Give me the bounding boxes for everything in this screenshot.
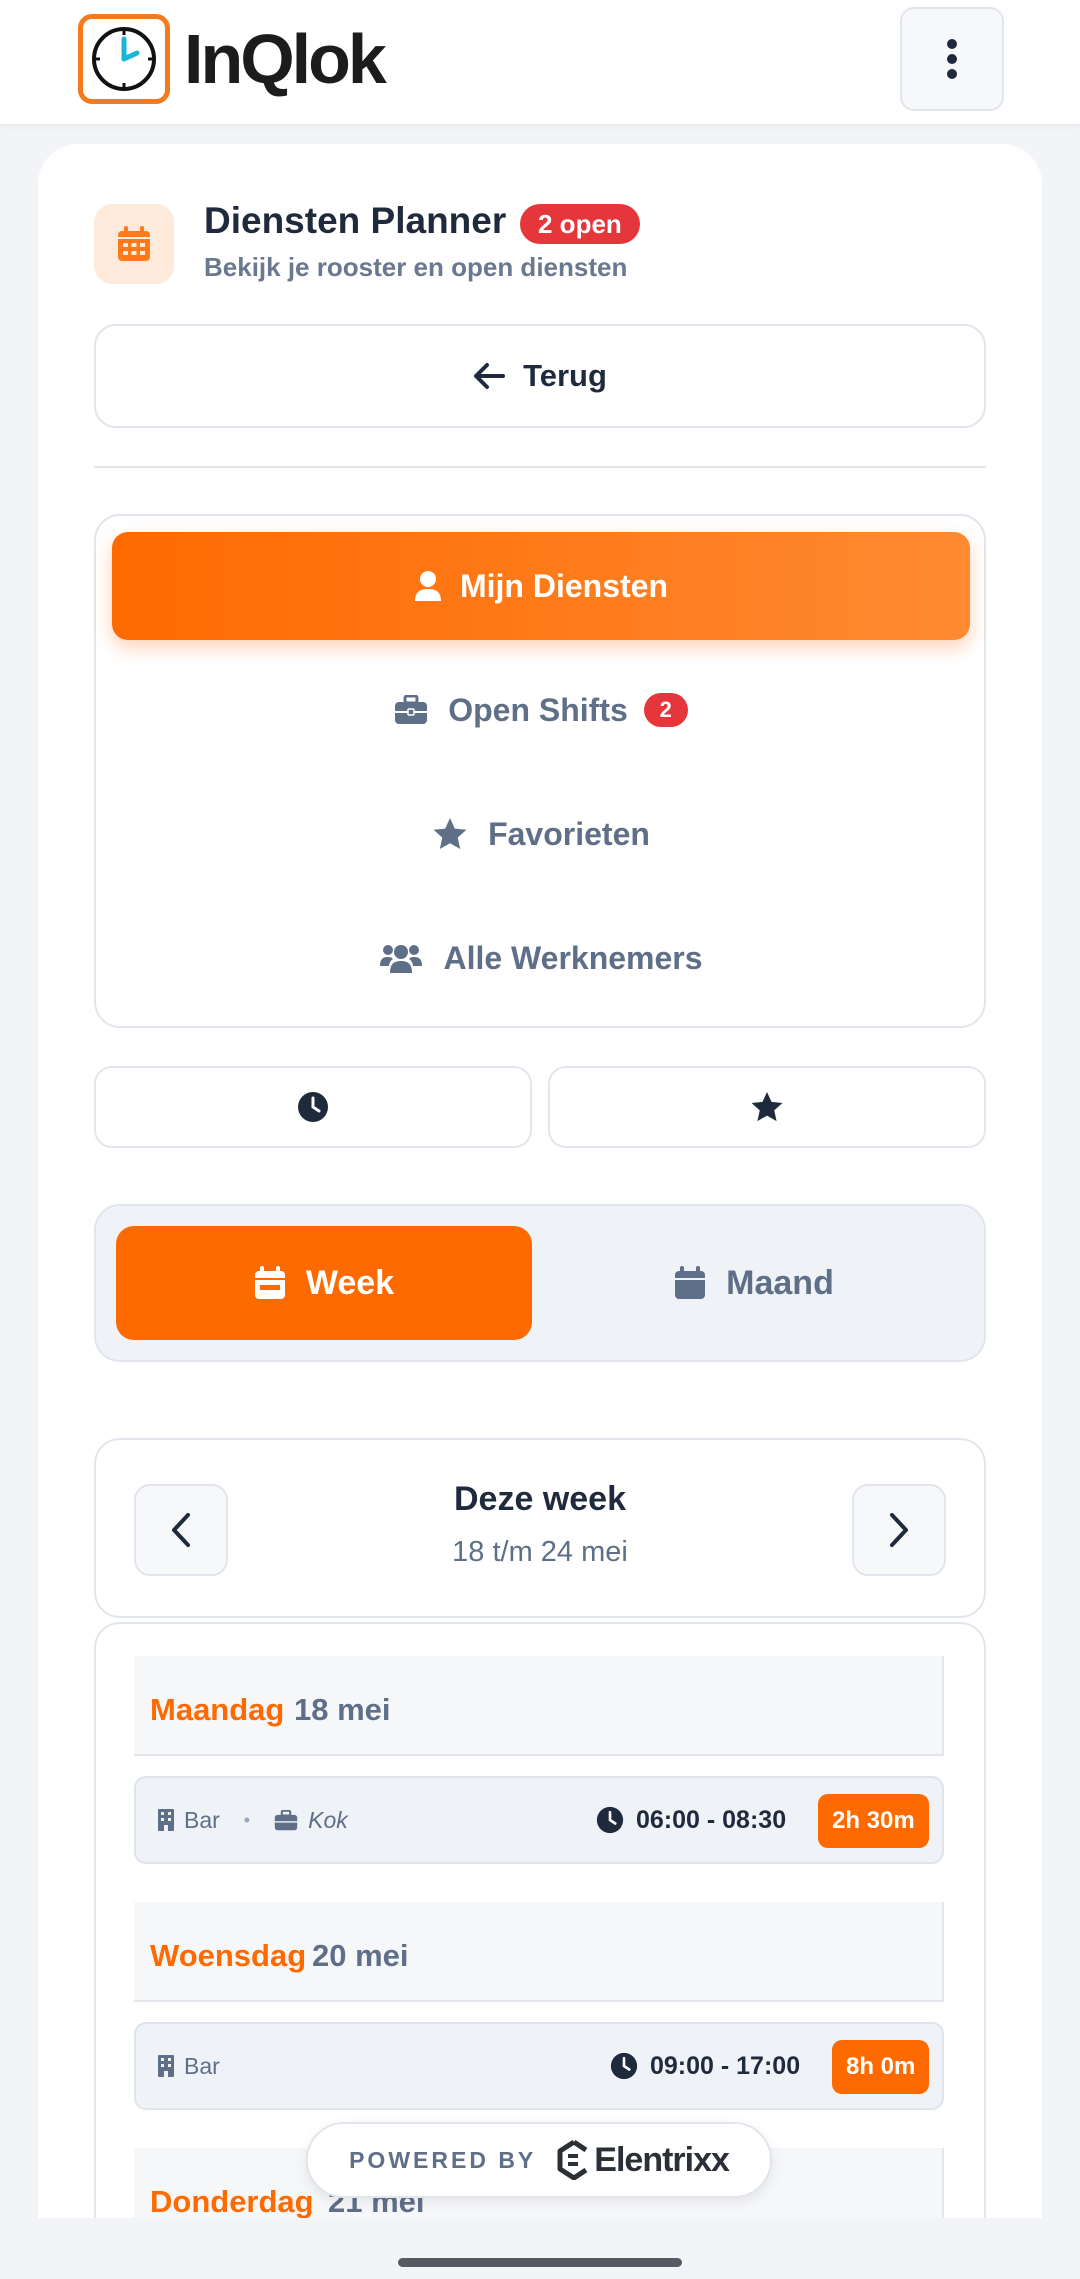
brand-name: Elentrixx	[594, 2140, 730, 2179]
building-icon	[158, 1809, 174, 1831]
day-name: Woensdag	[150, 1938, 307, 1973]
users-icon	[380, 945, 423, 973]
clock-icon	[596, 1806, 624, 1834]
week-view-label: Week	[305, 1263, 395, 1302]
month-view-button[interactable]: Maand	[542, 1226, 966, 1340]
shift-time-label: 06:00 - 08:30	[636, 1805, 787, 1834]
star-icon	[751, 1091, 783, 1122]
chevron-right-icon	[890, 1513, 908, 1547]
day-date: 18 mei	[294, 1692, 391, 1727]
clock-icon	[298, 1092, 328, 1122]
tab-label: Mijn Diensten	[459, 567, 668, 604]
view-toggle: Week Maand	[94, 1204, 986, 1362]
tab-favorieten[interactable]: Favorieten	[112, 780, 970, 888]
duration-badge: 8h 0m	[832, 2040, 930, 2094]
system-nav-bar	[0, 2218, 1080, 2279]
briefcase-icon	[274, 1809, 298, 1830]
nav-group: Mijn Diensten Open Shifts 2 Favorieten A…	[94, 514, 986, 1028]
week-navigator: Deze week 18 t/m 24 mei	[94, 1438, 986, 1618]
tab-open-shifts[interactable]: Open Shifts 2	[112, 656, 970, 764]
calendar-week-icon	[254, 1266, 285, 1299]
back-button[interactable]: Terug	[94, 324, 986, 428]
home-indicator[interactable]	[398, 2258, 682, 2267]
favorite-button[interactable]	[548, 1066, 986, 1148]
logo-text: InQlok	[184, 20, 387, 98]
week-range: 18 t/m 24 mei	[452, 1536, 628, 1568]
shift-role: Kok	[308, 1806, 348, 1833]
day-name: Donderdag	[150, 2184, 314, 2219]
tab-alle-werknemers[interactable]: Alle Werknemers	[112, 904, 970, 1012]
open-count-badge: 2 open	[520, 204, 640, 244]
powered-by-label: POWERED BY	[349, 2146, 537, 2173]
tab-label: Favorieten	[488, 815, 650, 852]
divider	[94, 466, 986, 468]
duration-badge: 2h 30m	[818, 1794, 929, 1848]
briefcase-icon	[395, 695, 428, 724]
shift-time-label: 09:00 - 17:00	[650, 2051, 801, 2080]
clock-icon	[610, 2052, 638, 2080]
day-header: Maandag 18 mei	[134, 1656, 944, 1756]
day-header: Woensdag 20 mei	[134, 1902, 944, 2002]
shift-time: 09:00 - 17:00	[610, 2024, 800, 2108]
calendar-icon	[94, 204, 174, 284]
calendar-month-icon	[675, 1266, 706, 1299]
logo-clock-icon	[78, 14, 170, 104]
shift-location: Bar	[158, 2024, 220, 2108]
page-title: Diensten Planner	[204, 200, 507, 241]
more-menu-button[interactable]	[900, 7, 1004, 111]
building-icon	[158, 2055, 174, 2077]
week-title: Deze week	[454, 1480, 626, 1518]
day-name: Maandag	[150, 1692, 285, 1727]
elentrixx-logo-icon	[557, 2140, 588, 2180]
week-view-button[interactable]: Week	[116, 1226, 532, 1340]
separator-dot: •	[243, 1809, 251, 1830]
shift-row[interactable]: Bar 09:00 - 17:00 8h 0m	[134, 2022, 944, 2110]
arrow-left-icon	[474, 363, 506, 389]
powered-by-badge[interactable]: POWERED BY Elentrixx	[306, 2122, 772, 2198]
shift-time: 06:00 - 08:30	[596, 1778, 786, 1862]
shift-location-label: Bar	[184, 2052, 220, 2079]
more-vertical-icon	[947, 39, 957, 79]
open-shifts-badge: 2	[643, 693, 688, 727]
month-view-label: Maand	[726, 1263, 834, 1302]
shift-location-label: Bar	[184, 1806, 220, 1833]
back-button-label: Terug	[523, 358, 607, 393]
next-week-button[interactable]	[852, 1484, 946, 1576]
shift-row[interactable]: Bar • Kok 06:00 - 08:30 2h 30m	[134, 1776, 944, 1864]
tab-label: Alle Werknemers	[443, 939, 703, 976]
day-date: 20 mei	[312, 1938, 409, 1973]
clock-button[interactable]	[94, 1066, 532, 1148]
page-subtitle: Bekijk je rooster en open diensten	[204, 252, 628, 282]
shift-location: Bar • Kok	[158, 1778, 348, 1862]
user-icon	[414, 571, 441, 601]
tab-mijn-diensten[interactable]: Mijn Diensten	[112, 532, 970, 640]
star-icon	[433, 818, 467, 849]
tab-label: Open Shifts	[448, 691, 628, 728]
top-bar: InQlok	[0, 0, 1080, 124]
